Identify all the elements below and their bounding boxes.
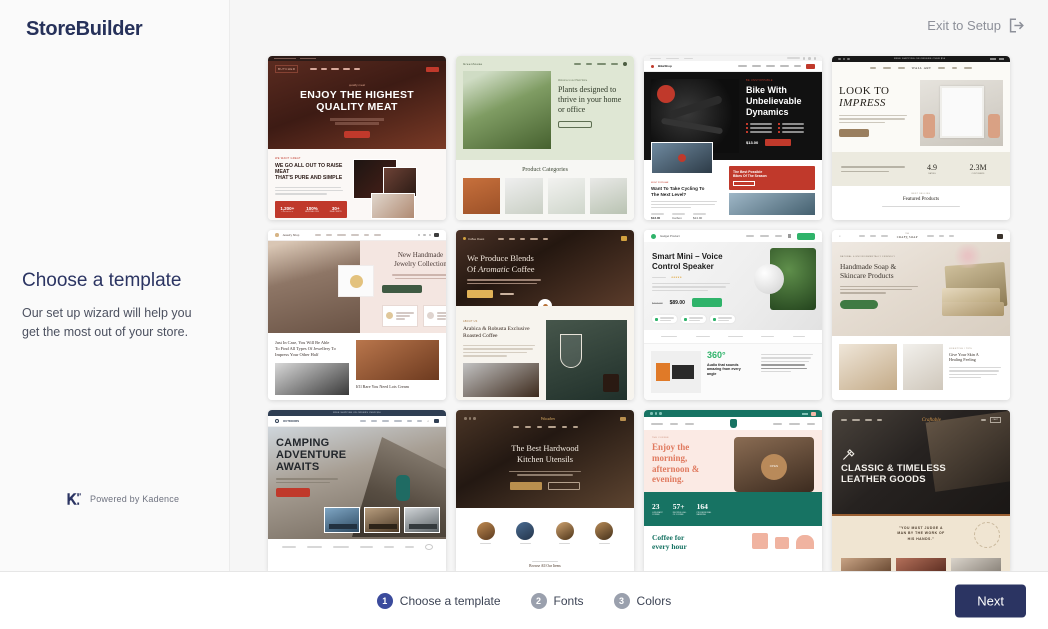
- step-colors[interactable]: 3 Colors: [613, 592, 672, 609]
- page-subtitle: Our set up wizard will help you get the …: [22, 305, 192, 339]
- wizard-steps: 1 Choose a template 2 Fonts 3 Colors: [376, 592, 672, 609]
- step-label: Choose a template: [399, 593, 501, 608]
- step-number-badge: 1: [376, 592, 393, 609]
- sidebar-copy: Choose a template Our set up wizard will…: [0, 270, 229, 343]
- template-preview: Jewelry Shop New Handmade Jewelry Collec…: [268, 230, 446, 400]
- template-preview: BUTCHER quality meat ENJOY THE HIGHEST Q…: [268, 56, 446, 220]
- template-card-coffee-roaster[interactable]: Coffee Roast We Produce Blends Of Aromati…: [456, 230, 634, 400]
- template-preview: BikeShop BE UNSTOPPABLE Bike With Unbeli…: [644, 56, 822, 220]
- template-card-cafe-coffee-shop[interactable]: THE COFFEE Enjoy the morning, afternoon & e…: [644, 410, 822, 571]
- template-grid: BUTCHER quality meat ENJOY THE HIGHEST Q…: [252, 56, 1026, 571]
- template-card-handmade-soap[interactable]: ⌕ THE CRAFT SOAP CO. NATURAL & ENVIRONME…: [832, 230, 1010, 400]
- template-card-jewelry[interactable]: Jewelry Shop New Handmade Jewelry Collec…: [268, 230, 446, 400]
- step-number-badge: 3: [613, 592, 630, 609]
- template-preview: THE COFFEE Enjoy the morning, afternoon & e…: [644, 410, 822, 571]
- wizard-body: StoreBuilder Choose a template Our set u…: [0, 0, 1048, 571]
- template-card-butcher-meat[interactable]: BUTCHER quality meat ENJOY THE HIGHEST Q…: [268, 56, 446, 220]
- template-preview: Greenhouse Welcome to our Plant Store Pl…: [456, 56, 634, 220]
- exit-to-setup-button[interactable]: Exit to Setup: [927, 18, 1026, 33]
- template-card-smart-speaker[interactable]: Gadget Product Smart Mini – Voice Contro…: [644, 230, 822, 400]
- template-preview: Craftable CART CLASSIC & TIMELESS LEATHE…: [832, 410, 1010, 571]
- template-card-plant-shop[interactable]: Greenhouse Welcome to our Plant Store Pl…: [456, 56, 634, 220]
- template-preview: Wooden The Best Hardwood Kitchen Utensils: [456, 410, 634, 571]
- template-card-art-prints[interactable]: FREE SHIPPING ON ORDERS OVER $50 WALL AR…: [832, 56, 1010, 220]
- sidebar: StoreBuilder Choose a template Our set u…: [0, 0, 230, 571]
- step-choose-a-template[interactable]: 1 Choose a template: [376, 592, 501, 609]
- powered-by-label: Powered by Kadence: [90, 494, 180, 504]
- template-card-bike-shop[interactable]: BikeShop BE UNSTOPPABLE Bike With Unbeli…: [644, 56, 822, 220]
- step-number-badge: 2: [530, 592, 547, 609]
- powered-by-kadence: Powered by Kadence: [66, 491, 179, 507]
- template-gallery: BUTCHER quality meat ENJOY THE HIGHEST Q…: [230, 0, 1048, 571]
- template-card-leather-goods[interactable]: Craftable CART CLASSIC & TIMELESS LEATHE…: [832, 410, 1010, 571]
- storebuilder-wizard: Exit to Setup StoreBuilder Choose a temp…: [0, 0, 1048, 629]
- template-preview: FREE SHIPPING ON ORDERS OVER $50 OUTDOOR…: [268, 410, 446, 571]
- template-preview: Gadget Product Smart Mini – Voice Contro…: [644, 230, 822, 400]
- kadence-logo-icon: [66, 491, 82, 507]
- page-title: Choose a template: [22, 269, 182, 291]
- template-preview: FREE SHIPPING ON ORDERS OVER $50 WALL AR…: [832, 56, 1010, 220]
- app-brand-title: StoreBuilder: [26, 18, 143, 40]
- step-label: Fonts: [553, 593, 584, 608]
- step-fonts[interactable]: 2 Fonts: [530, 592, 584, 609]
- template-preview: Coffee Roast We Produce Blends Of Aromati…: [456, 230, 634, 400]
- wizard-footer: 1 Choose a template 2 Fonts 3 Colors Nex…: [0, 571, 1048, 629]
- template-preview: ⌕ THE CRAFT SOAP CO. NATURAL & ENVIRONME…: [832, 230, 1010, 400]
- template-card-camping-outdoors[interactable]: FREE SHIPPING ON ORDERS OVER $50 OUTDOOR…: [268, 410, 446, 571]
- exit-to-setup-label: Exit to Setup: [927, 18, 1001, 33]
- exit-arrow-icon: [1009, 18, 1026, 33]
- step-label: Colors: [636, 593, 672, 608]
- template-card-kitchen-utensils[interactable]: Wooden The Best Hardwood Kitchen Utensils: [456, 410, 634, 571]
- next-button[interactable]: Next: [955, 584, 1026, 617]
